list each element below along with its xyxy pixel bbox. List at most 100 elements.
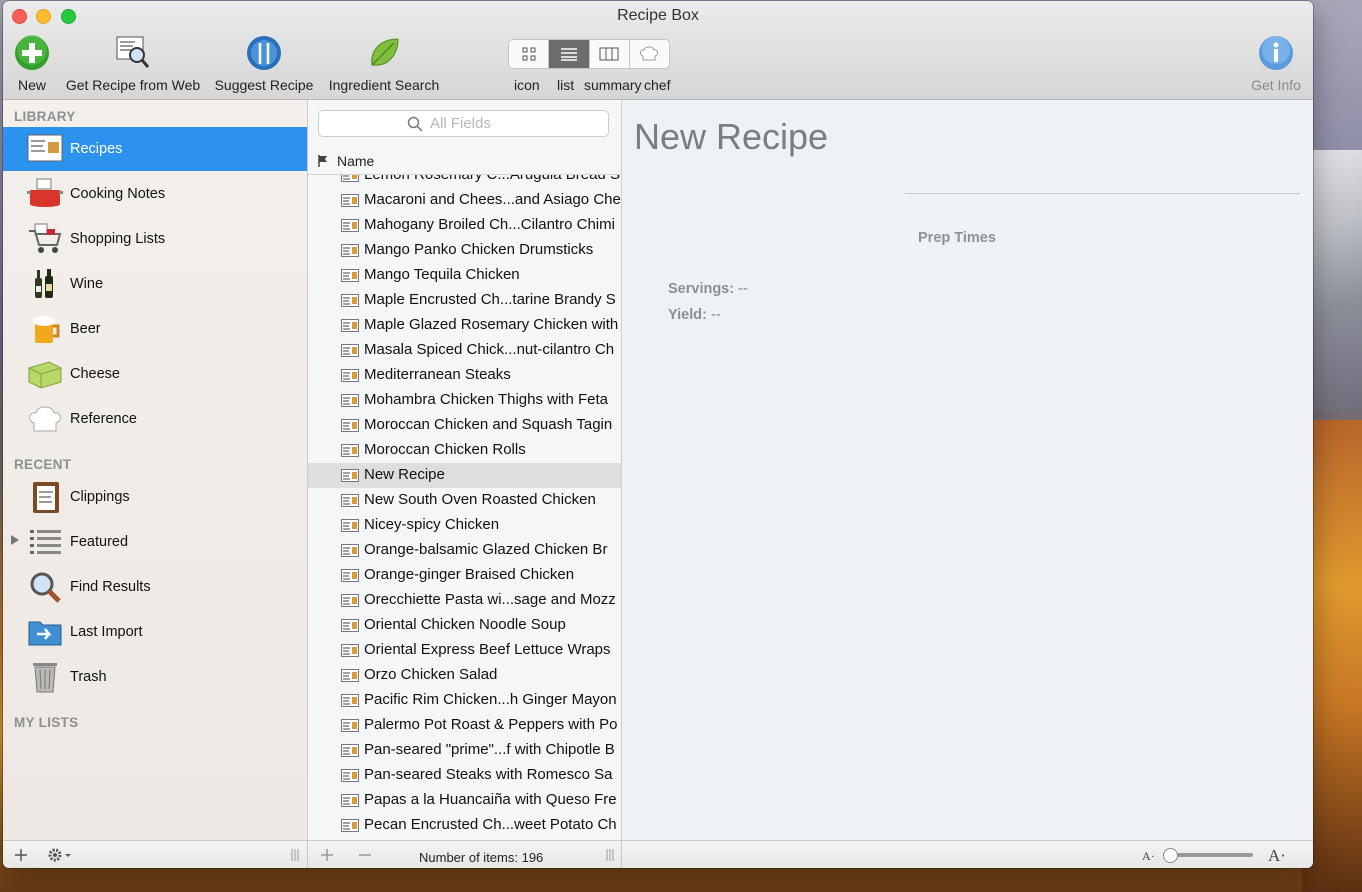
gear-icon[interactable]	[48, 848, 74, 862]
sidebar-item-recipes[interactable]: Recipes	[3, 127, 307, 171]
recipe-card-icon	[341, 569, 359, 582]
recipe-name: Oriental Express Beef Lettuce Wraps	[364, 641, 611, 658]
name-column-header[interactable]: Name	[308, 148, 621, 175]
table-row[interactable]: Papas a la Huancaiña with Queso Fre	[308, 788, 621, 813]
chef-hat-icon	[640, 46, 659, 61]
sidebar-item-featured[interactable]: Featured	[3, 520, 307, 564]
splitter-handle-icon[interactable]	[290, 849, 300, 861]
table-row[interactable]: Orzo Chicken Salad	[308, 663, 621, 688]
shopping-cart-icon	[29, 223, 62, 253]
view-icon-button[interactable]	[509, 40, 550, 68]
sidebar-item-reference[interactable]: Reference	[3, 397, 307, 441]
table-row[interactable]: Masala Spiced Chick...nut-cilantro Ch	[308, 338, 621, 363]
recipe-card-icon	[341, 369, 359, 382]
suggest-recipe-label: Suggest Recipe	[214, 77, 314, 93]
table-row[interactable]: Nicey-spicy Chicken	[308, 513, 621, 538]
recipe-name: Orange-balsamic Glazed Chicken Br	[364, 541, 608, 558]
ingredient-search-label: Ingredient Search	[328, 77, 440, 93]
table-row[interactable]: Pecan Encrusted Ch...weet Potato Ch	[308, 813, 621, 838]
get-info-label: Get Info	[1251, 77, 1301, 93]
table-row[interactable]: Moroccan Chicken and Squash Tagin	[308, 413, 621, 438]
table-row[interactable]: Maple Encrusted Ch...tarine Brandy S	[308, 288, 621, 313]
recipe-card-icon	[341, 719, 359, 732]
list-bottom-bar: Number of items: 196	[308, 840, 622, 868]
recent-section-header: RECENT	[14, 457, 72, 472]
sidebar-item-label: Reference	[70, 411, 137, 427]
table-row[interactable]: Mohambra Chicken Thighs with Feta	[308, 388, 621, 413]
flag-icon[interactable]	[318, 155, 328, 167]
recipe-card-icon	[341, 669, 359, 682]
table-row[interactable]: Pacific Rim Chicken...h Ginger Mayon	[308, 688, 621, 713]
sidebar-item-label: Trash	[70, 669, 107, 685]
servings-value[interactable]: --	[738, 281, 748, 297]
recipe-name: Orange-ginger Braised Chicken	[364, 566, 575, 583]
sidebar-item-cheese[interactable]: Cheese	[3, 352, 307, 396]
search-field[interactable]: All Fields	[318, 110, 609, 137]
search-icon	[407, 116, 423, 132]
table-row[interactable]: New South Oven Roasted Chicken	[308, 488, 621, 513]
trash-icon	[33, 663, 57, 693]
table-row[interactable]: Orange-ginger Braised Chicken	[308, 563, 621, 588]
recipe-name: Nicey-spicy Chicken	[364, 516, 500, 533]
table-row[interactable]: Mahogany Broiled Ch...Cilantro Chimi	[308, 213, 621, 238]
table-row[interactable]: Maple Glazed Rosemary Chicken with	[308, 313, 621, 338]
splitter-handle-icon[interactable]	[605, 849, 615, 861]
remove-recipe-icon[interactable]	[358, 848, 372, 862]
font-smaller-icon[interactable]: A·	[1142, 849, 1155, 864]
table-row[interactable]: Mango Tequila Chicken	[308, 263, 621, 288]
add-recipe-icon[interactable]	[320, 848, 334, 862]
clipboard-icon	[33, 482, 59, 513]
sidebar-item-wine[interactable]: Wine	[3, 262, 307, 306]
sidebar-item-label: Shopping Lists	[70, 231, 166, 247]
sidebar-item-label: Last Import	[70, 624, 143, 640]
chef-hat-icon	[29, 406, 61, 432]
recipe-title[interactable]: New Recipe	[634, 116, 828, 158]
sidebar-item-cooking-notes[interactable]: Cooking Notes	[3, 172, 307, 216]
text-size-slider-knob[interactable]	[1163, 848, 1178, 863]
recipe-name: Pecan Encrusted Ch...weet Potato Ch	[364, 816, 617, 833]
sidebar-item-trash[interactable]: Trash	[3, 655, 307, 699]
plus-circle-icon	[15, 35, 49, 70]
table-row[interactable]: Oriental Chicken Noodle Soup	[308, 613, 621, 638]
recipe-name: Oriental Chicken Noodle Soup	[364, 616, 566, 633]
view-list-button[interactable]	[549, 40, 590, 68]
recipe-name: Maple Glazed Rosemary Chicken with	[364, 316, 619, 333]
recipe-name: Mango Tequila Chicken	[364, 266, 520, 283]
disclosure-triangle-icon[interactable]	[11, 535, 19, 545]
add-list-icon[interactable]	[14, 848, 28, 862]
recipe-name: Pacific Rim Chicken...h Ginger Mayon	[364, 691, 617, 708]
recipe-card-icon	[341, 519, 359, 532]
recipe-card-icon	[341, 175, 359, 182]
sidebar-item-label: Cooking Notes	[70, 186, 166, 202]
yield-value[interactable]: --	[711, 307, 721, 323]
table-row[interactable]: Orange-balsamic Glazed Chicken Br	[308, 538, 621, 563]
font-larger-icon[interactable]: A·	[1268, 846, 1286, 866]
recipe-name: Mango Panko Chicken Drumsticks	[364, 241, 594, 258]
toolbar: Recipe Box New Get Recipe from Web Sugge…	[3, 1, 1313, 100]
item-count: Number of items: 196	[419, 850, 544, 865]
sidebar-item-shopping-lists[interactable]: Shopping Lists	[3, 217, 307, 261]
recipe-card-icon	[341, 594, 359, 607]
sidebar-item-clippings[interactable]: Clippings	[3, 475, 307, 519]
recipe-name: Mediterranean Steaks	[364, 366, 511, 383]
yield-row: Yield: --	[668, 307, 721, 323]
sidebar-item-find-results[interactable]: Find Results	[3, 565, 307, 609]
table-row[interactable]: Orecchiette Pasta wi...sage and Mozz	[308, 588, 621, 613]
recipe-name: Moroccan Chicken Rolls	[364, 441, 526, 458]
table-row[interactable]: Mango Panko Chicken Drumsticks	[308, 238, 621, 263]
sidebar-item-last-import[interactable]: Last Import	[3, 610, 307, 654]
view-summary-button[interactable]	[590, 40, 630, 68]
table-row[interactable]: Pan-seared "prime"...f with Chipotle B	[308, 738, 621, 763]
recipe-card-icon	[27, 134, 63, 162]
table-row[interactable]: Palermo Pot Roast & Peppers with Po	[308, 713, 621, 738]
sidebar-item-beer[interactable]: Beer	[3, 307, 307, 351]
table-row[interactable]: Macaroni and Chees...and Asiago Che	[308, 188, 621, 213]
recipe-card-icon	[341, 244, 359, 257]
table-row[interactable]: New Recipe	[308, 463, 621, 488]
view-chef-button[interactable]	[630, 40, 669, 68]
table-row[interactable]: Moroccan Chicken Rolls	[308, 438, 621, 463]
table-row[interactable]: Mediterranean Steaks	[308, 363, 621, 388]
table-row[interactable]: Oriental Express Beef Lettuce Wraps	[308, 638, 621, 663]
table-row[interactable]: Lemon Rosemary C...Arugula Bread S	[308, 175, 621, 188]
table-row[interactable]: Pan-seared Steaks with Romesco Sa	[308, 763, 621, 788]
